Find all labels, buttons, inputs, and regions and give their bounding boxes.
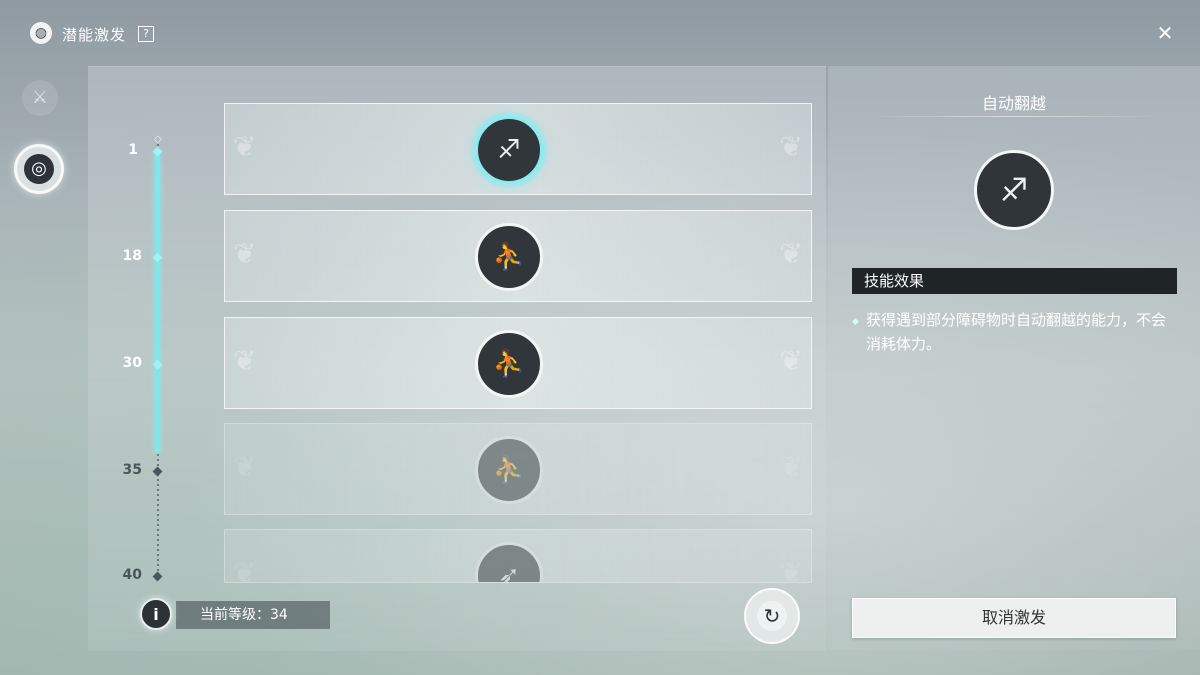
crossed-swords-shield-icon: ⚔ [31,87,49,108]
glide-icon[interactable]: ➶ [475,542,543,582]
cancel-activation-button[interactable]: 取消激发 [852,598,1176,638]
level-marker-40: 40 [122,567,142,583]
effect-description: ◆ 获得遇到部分障碍物时自动翻越的能力，不会消耗体力。 [852,308,1172,356]
skill-page-icon: ◍ [30,22,52,44]
page-title: 潜能激发 [62,26,127,44]
row-ornament-icon: ❦ [779,344,803,377]
skill-row-4[interactable]: ❦ ⛹ ❦ [224,423,812,515]
nav-potential-tab[interactable]: ◎ [14,144,64,194]
row-ornament-icon: ❦ [779,237,803,270]
level-marker-18: 18 [122,248,142,264]
row-ornament-icon: ❦ [233,344,257,377]
skill-name: 自动翻越 [981,94,1046,113]
level-marker-35: 35 [122,462,142,478]
help-icon[interactable]: ? [138,26,154,42]
row-ornament-icon: ❦ [779,450,803,483]
skill-row-5[interactable]: ❦ ➶ ❦ [224,529,812,583]
info-icon[interactable]: i [140,598,172,630]
row-ornament-icon: ❦ [233,237,257,270]
reset-button[interactable]: ↻ [744,588,800,644]
vault-jump-icon[interactable]: ♐ [475,116,543,184]
row-ornament-icon: ❦ [233,130,257,163]
climb-run-icon[interactable]: ⛹ [475,223,543,291]
level-track-progress [155,150,160,452]
skill-row-1[interactable]: ❦ ♐ ❦ [224,103,812,195]
bullet-icon: ◆ [852,317,859,327]
effect-heading: 技能效果 [852,268,1177,294]
vault-jump-icon: ♐ [974,150,1054,230]
climb-run-icon[interactable]: ⛹ [475,436,543,504]
close-icon[interactable]: ✕ [1152,20,1178,46]
divider [864,116,1164,117]
level-marker-1: 1 [128,142,138,158]
spiral-vortex-icon: ◎ [24,154,54,184]
climb-run-icon[interactable]: ⛹ [475,330,543,398]
level-marker-30: 30 [122,355,142,371]
nav-combat-tab[interactable]: ⚔ [22,80,58,116]
skill-row-2[interactable]: ❦ ⛹ ❦ [224,210,812,302]
reset-icon: ↻ [757,601,787,631]
current-level-label: 当前等级：34 [176,601,330,629]
row-ornament-icon: ❦ [779,130,803,163]
skill-detail-panel: 自动翻越 ♐ 技能效果 ◆ 获得遇到部分障碍物时自动翻越的能力，不会消耗体力。 … [828,66,1200,650]
skill-row-3[interactable]: ❦ ⛹ ❦ [224,317,812,409]
row-ornament-icon: ❦ [233,450,257,483]
track-top-marker-icon: ◇ [154,134,162,145]
row-ornament-icon: ❦ [779,556,803,583]
row-ornament-icon: ❦ [233,556,257,583]
effect-text: 获得遇到部分障碍物时自动翻越的能力，不会消耗体力。 [866,311,1167,353]
